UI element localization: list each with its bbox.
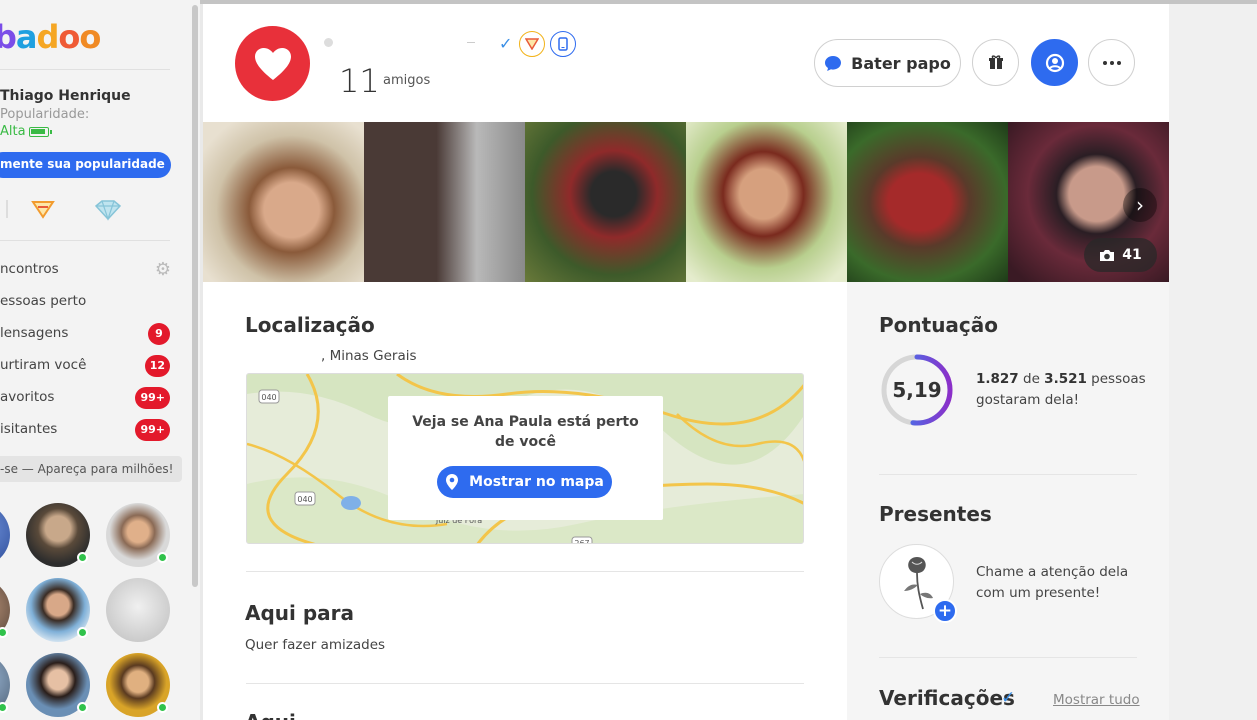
superpowers-icon[interactable] [519, 31, 545, 57]
chevron-right-icon: › [1136, 193, 1144, 217]
chat-button[interactable]: Bater papo [814, 39, 961, 87]
more-dots-icon [1102, 60, 1121, 65]
friends-label[interactable]: amigos [383, 73, 430, 88]
score-total: 3.521 [1044, 371, 1087, 387]
score-value: 5,19 [892, 378, 942, 402]
contact-avatar[interactable] [106, 578, 170, 642]
contact-avatar[interactable] [26, 503, 90, 567]
online-indicator [0, 702, 8, 713]
show-on-map-label: Mostrar no mapa [469, 474, 604, 490]
location-pin-icon [446, 474, 459, 490]
chat-button-label: Bater papo [851, 53, 951, 73]
contact-avatar[interactable] [0, 578, 10, 642]
show-on-map-button[interactable]: Mostrar no mapa [437, 466, 612, 498]
online-indicator [157, 702, 168, 713]
page-right-margin [1169, 4, 1257, 720]
camera-icon [1100, 249, 1115, 261]
heart-icon [254, 47, 291, 80]
map-road-label: 040 [297, 495, 312, 504]
here-for-title: Aqui para [245, 601, 355, 625]
gifts-text: Chame a atenção dela com um presente! [976, 564, 1129, 601]
profile-photo[interactable] [686, 122, 847, 282]
contact-avatar[interactable] [106, 653, 170, 717]
online-indicator [157, 552, 168, 563]
sidebar: badoo Thiago Henrique Popularidade: Alta… [0, 0, 200, 720]
map-road-label: 040 [261, 393, 276, 402]
section-divider [879, 474, 1137, 475]
map-overlay-card: Veja se Ana Paula está perto de você Mos… [388, 396, 663, 520]
next-section-title: Aqui [245, 710, 296, 720]
profile-photo[interactable] [525, 122, 686, 282]
gift-icon [988, 55, 1003, 69]
show-all-verifications-link[interactable]: Mostrar tudo [1053, 692, 1140, 708]
contact-avatar[interactable] [26, 578, 90, 642]
location-place: , Minas Gerais [321, 348, 417, 364]
sidebar-scrollbar[interactable] [192, 5, 198, 587]
crush-icon [1045, 53, 1064, 72]
check-icon: ✓ [499, 34, 513, 53]
friends-count[interactable]: 11 [339, 62, 380, 100]
phone-verified-icon[interactable] [550, 31, 576, 57]
contact-avatar[interactable] [0, 503, 10, 567]
contact-avatar[interactable] [0, 653, 10, 717]
contacts-grid [0, 0, 200, 720]
online-indicator [77, 627, 88, 638]
separator [467, 42, 475, 43]
map-road-label: 267 [574, 539, 589, 544]
crush-button[interactable] [1031, 39, 1078, 86]
map-question: Veja se Ana Paula está perto de você [412, 414, 639, 450]
profile-photo[interactable] [364, 122, 525, 282]
profile-avatar[interactable] [235, 26, 310, 101]
score-likes: 1.827 [976, 371, 1019, 387]
here-for-value: Quer fazer amizades [245, 637, 386, 653]
photo-count-badge[interactable]: 41 [1084, 238, 1157, 272]
section-divider [246, 683, 804, 684]
verifications-title: Verificações [879, 686, 1015, 710]
profile-panel: 11 amigos ✓ Bater papo › 41 Localização … [203, 4, 1169, 720]
section-divider [246, 571, 804, 572]
more-options-button[interactable] [1088, 39, 1135, 86]
check-icon: ✓ [1001, 688, 1016, 708]
online-indicator [0, 627, 8, 638]
rose-icon [903, 556, 933, 609]
contact-avatar[interactable] [26, 653, 90, 717]
online-indicator [77, 702, 88, 713]
status-dot [324, 38, 333, 47]
profile-photo[interactable] [203, 122, 364, 282]
chat-bubble-icon [825, 55, 842, 71]
score-of: de [1023, 371, 1040, 387]
photo-strip [203, 122, 1169, 282]
score-description: 1.827 de 3.521 pessoas gostaram dela! [976, 369, 1146, 411]
contact-avatar[interactable] [106, 503, 170, 567]
online-indicator [77, 552, 88, 563]
section-divider [879, 657, 1137, 658]
map[interactable]: 040 040 267 Juiz de Fora Veja se Ana Pau… [246, 373, 804, 544]
location-title: Localização [245, 313, 375, 337]
photo-count: 41 [1122, 247, 1142, 263]
profile-photo[interactable] [847, 122, 1008, 282]
add-gift-button[interactable]: + [933, 599, 957, 623]
gifts-title: Presentes [879, 502, 992, 526]
score-title: Pontuação [879, 313, 999, 337]
profile-side-panel: Pontuação 5,19 1.827 de 3.521 pessoas go… [847, 282, 1169, 720]
next-photo-button[interactable]: › [1123, 188, 1157, 222]
gift-button[interactable] [972, 39, 1019, 86]
